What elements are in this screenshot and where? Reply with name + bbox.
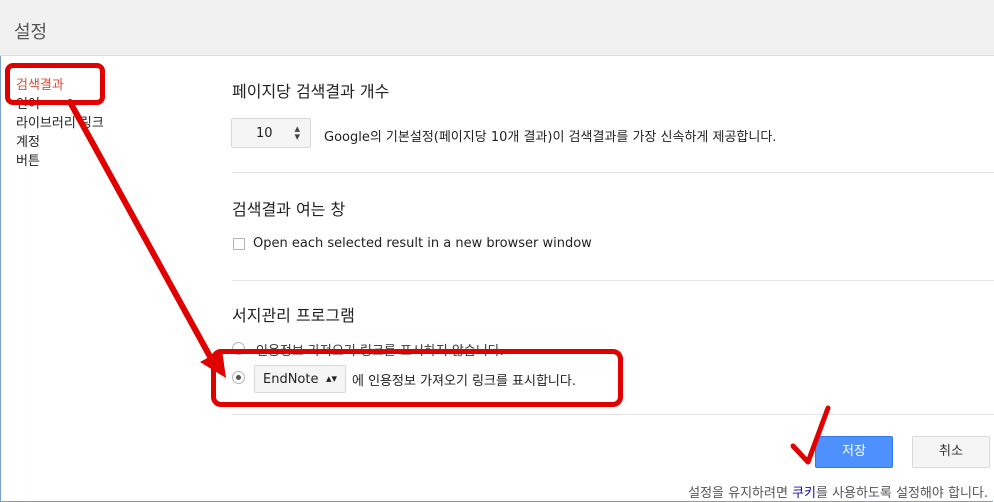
save-button[interactable]: 저장	[815, 436, 893, 468]
cookie-notice: 설정을 유지하려면 쿠키를 사용하도록 설정해야 합니다.	[688, 482, 988, 501]
results-per-page-select[interactable]: 10 ▴ ▾	[231, 118, 311, 148]
results-per-page-description: Google의 기본설정(페이지당 10개 결과)이 검색결과를 가장 신속하게…	[324, 130, 777, 145]
result-window-title: 검색결과 여는 창	[232, 200, 346, 219]
results-per-page-title: 페이지당 검색결과 개수	[232, 82, 390, 101]
annotation-box-reference-manager	[211, 349, 623, 407]
annotation-box-sidebar	[5, 63, 105, 105]
divider	[232, 280, 994, 281]
new-window-checkbox[interactable]	[233, 238, 245, 250]
cookie-link[interactable]: 쿠키	[792, 486, 816, 501]
up-down-arrows-icon: ▴ ▾	[294, 122, 300, 143]
new-window-checkbox-label: Open each selected result in a new brows…	[253, 236, 592, 251]
bibliography-title: 서지관리 프로그램	[232, 306, 355, 325]
sidebar-item-library-links[interactable]: 라이브러리 링크	[16, 114, 166, 133]
sidebar-item-button[interactable]: 버튼	[16, 152, 166, 171]
divider	[232, 414, 994, 415]
cookie-notice-prefix: 설정을 유지하려면	[688, 486, 793, 501]
settings-header: 설정	[0, 0, 994, 56]
sidebar-item-account[interactable]: 계정	[16, 133, 166, 152]
results-per-page-value: 10	[256, 126, 273, 141]
page-title: 설정	[14, 22, 48, 43]
cancel-button[interactable]: 취소	[912, 436, 990, 468]
cookie-notice-suffix: 를 사용하도록 설정해야 합니다.	[815, 486, 988, 501]
divider	[232, 172, 994, 173]
